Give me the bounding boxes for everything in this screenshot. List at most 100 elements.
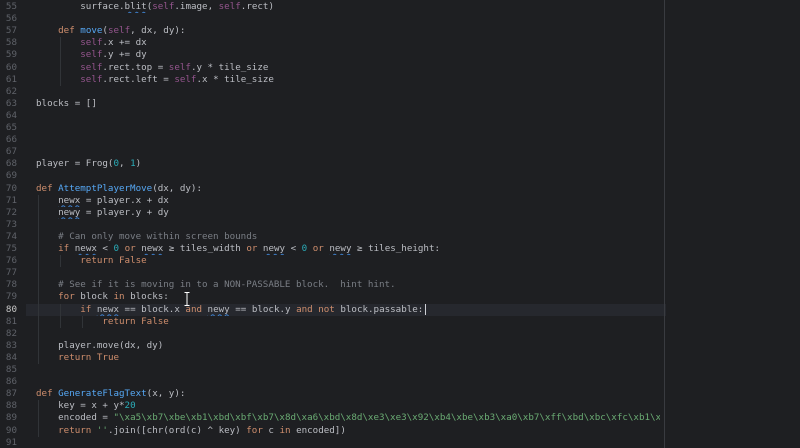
line-number: 74 bbox=[5, 230, 17, 242]
code-token: newx bbox=[96, 303, 120, 315]
code-token: newy bbox=[207, 303, 230, 315]
code-line: if newx == block.x and newy == block.y a… bbox=[36, 304, 660, 316]
code-line: def GenerateFlagText(x, y): bbox=[36, 388, 660, 400]
code-token: self bbox=[80, 73, 103, 85]
code-token: return bbox=[58, 424, 97, 436]
code-token: self bbox=[80, 61, 103, 73]
code-line: blocks = [] bbox=[36, 98, 660, 110]
code-token: self bbox=[107, 25, 131, 37]
ibeam-cursor-icon bbox=[184, 292, 190, 306]
code-token: < bbox=[96, 243, 114, 254]
code-token: True bbox=[96, 351, 120, 363]
line-number: 79 bbox=[5, 291, 17, 303]
code-token: self bbox=[168, 61, 191, 73]
line-number: 57 bbox=[5, 25, 17, 37]
code-line: return False bbox=[36, 316, 660, 328]
code-token: blocks = [] bbox=[36, 97, 97, 109]
code-line: return ''.join([chr(ord(c) ^ key) for c … bbox=[36, 425, 660, 437]
line-number: 61 bbox=[5, 73, 17, 85]
right-margin-guide bbox=[664, 0, 665, 448]
line-number: 60 bbox=[5, 61, 17, 73]
line-number: 56 bbox=[5, 13, 17, 25]
code-line: if newx < 0 or newx ≥ tiles_width or new… bbox=[36, 243, 660, 255]
code-token: GenerateFlagText bbox=[58, 388, 147, 400]
code-token: # Can only move within screen bounds bbox=[58, 230, 258, 242]
code-token: and not bbox=[296, 303, 341, 315]
vertical-scrollbar[interactable] bbox=[790, 0, 800, 448]
code-token: move bbox=[80, 25, 103, 37]
code-line: for block in blocks: bbox=[36, 291, 660, 303]
code-token: block.passable: bbox=[340, 303, 424, 315]
code-token: newx bbox=[74, 243, 97, 254]
code-token: in bbox=[279, 424, 297, 436]
code-editor[interactable]: 55 56 57 58 59 60 61 62 63 64 65 66 67 68 69 70 71 72 73 74… bbox=[0, 0, 800, 448]
code-token: .rect.top = bbox=[102, 61, 169, 73]
line-number: 69 bbox=[5, 170, 17, 182]
code-line: surface.blit(self.image, self.rect) bbox=[36, 1, 660, 13]
code-token: < bbox=[285, 243, 302, 254]
code-token: newx bbox=[58, 194, 81, 206]
line-number: 76 bbox=[5, 255, 17, 267]
code-token: c bbox=[268, 424, 280, 436]
line-number: 55 bbox=[5, 1, 17, 12]
code-token: key = x + y* bbox=[58, 400, 125, 412]
code-token: for bbox=[246, 424, 269, 436]
code-token: .x += dx bbox=[102, 37, 147, 49]
code-token: or bbox=[307, 243, 330, 254]
line-number: 86 bbox=[5, 376, 17, 388]
code-token: self bbox=[174, 73, 197, 85]
code-token: self bbox=[80, 49, 103, 61]
code-line: return False bbox=[36, 255, 660, 267]
line-number: 58 bbox=[5, 37, 17, 49]
line-number: 72 bbox=[5, 206, 17, 218]
code-token: = player.x + dx bbox=[80, 194, 169, 206]
line-number: 78 bbox=[5, 279, 17, 291]
code-token: return bbox=[58, 351, 97, 363]
code-token: 20 bbox=[124, 400, 136, 412]
code-token: '' bbox=[96, 424, 108, 436]
line-number: 70 bbox=[5, 182, 17, 194]
code-token: def bbox=[58, 25, 81, 37]
line-number: 81 bbox=[5, 315, 17, 327]
code-line: return True bbox=[36, 352, 660, 364]
code-token: return bbox=[80, 255, 119, 267]
line-number: 89 bbox=[5, 412, 17, 424]
code-token: surface bbox=[80, 1, 119, 12]
line-number: 73 bbox=[5, 218, 17, 230]
code-token: def bbox=[36, 388, 59, 400]
code-line: self.rect.left = self.x * tile_size bbox=[36, 74, 660, 86]
code-token: self bbox=[152, 1, 175, 12]
code-line: key = x + y*20 bbox=[36, 400, 660, 412]
code-token: or bbox=[119, 243, 142, 254]
code-token: block bbox=[80, 291, 114, 303]
code-token: == block.y bbox=[229, 303, 297, 315]
code-token: if bbox=[80, 303, 97, 315]
code-line: self.x += dx bbox=[36, 37, 660, 49]
code-token: .rect.left = bbox=[102, 73, 175, 85]
line-number: 64 bbox=[5, 109, 17, 121]
code-line: player.move(dx, dy) bbox=[36, 340, 660, 352]
code-token: self bbox=[80, 37, 103, 49]
